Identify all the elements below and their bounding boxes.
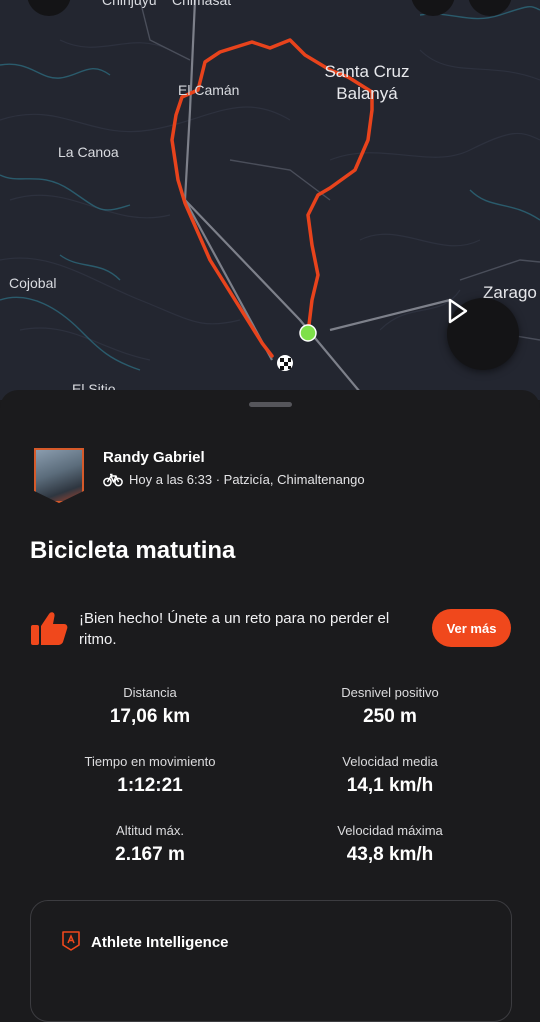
promo-text: ¡Bien hecho! Únete a un reto para no per…: [79, 610, 390, 648]
place-label: Chinjuyú: [102, 0, 157, 8]
athlete-intelligence-card[interactable]: Athlete Intelligence: [30, 900, 512, 1022]
athlete-intelligence-icon: [62, 931, 80, 951]
stat-label: Altitud máx.: [116, 823, 184, 838]
stat-max-speed: Velocidad máxima 43,8 km/h: [265, 823, 515, 866]
start-marker: [299, 324, 317, 342]
route-map[interactable]: Chinjuyú Chimasat El Camán Santa Cruz Ba…: [0, 0, 540, 400]
stat-value: 14,1 km/h: [346, 775, 434, 796]
stat-value: 43,8 km/h: [346, 844, 434, 865]
activity-title: Bicicleta matutina: [30, 537, 236, 564]
place-label-santa-cruz: Santa Cruz Balanyá: [324, 62, 410, 103]
place-label: La Canoa: [58, 144, 119, 160]
stat-value: 250 m: [363, 706, 417, 727]
activity-sheet: Randy Gabriel Hoy a las 6:33 · Patzicía,…: [0, 390, 540, 1022]
see-more-button[interactable]: Ver más: [432, 609, 511, 647]
play-flyover-button[interactable]: [447, 298, 519, 370]
stat-value: 17,06 km: [109, 706, 191, 727]
stat-label: Tiempo en movimiento: [84, 754, 216, 769]
stat-moving-time: Tiempo en movimiento 1:12:21: [25, 754, 275, 797]
stat-avg-speed: Velocidad media 14,1 km/h: [265, 754, 515, 797]
stat-distance: Distancia 17,06 km: [25, 685, 275, 728]
stat-elevation-gain: Desnivel positivo 250 m: [265, 685, 515, 728]
bike-icon: [103, 473, 123, 486]
stat-label: Velocidad media: [342, 754, 438, 769]
stat-label: Desnivel positivo: [341, 685, 439, 700]
play-icon: [448, 298, 468, 324]
athlete-intelligence-title: Athlete Intelligence: [91, 934, 229, 951]
stat-value: 2.167 m: [115, 844, 185, 865]
place-label: Cojobal: [9, 275, 57, 291]
stat-value: 1:12:21: [117, 775, 183, 796]
stat-label: Distancia: [123, 685, 177, 700]
activity-meta-text: Hoy a las 6:33 · Patzicía, Chimaltenango: [129, 472, 365, 487]
thumbs-up-icon: [29, 608, 69, 653]
finish-flag-icon: [277, 355, 293, 371]
place-label: El Camán: [178, 82, 240, 98]
avatar[interactable]: [34, 448, 84, 503]
stat-label: Velocidad máxima: [337, 823, 443, 838]
activity-meta: Hoy a las 6:33 · Patzicía, Chimaltenango: [103, 472, 365, 487]
place-label: Chimasat: [172, 0, 232, 8]
sheet-drag-handle[interactable]: [249, 402, 292, 407]
stat-max-altitude: Altitud máx. 2.167 m: [25, 823, 275, 866]
athlete-name[interactable]: Randy Gabriel: [103, 449, 205, 466]
